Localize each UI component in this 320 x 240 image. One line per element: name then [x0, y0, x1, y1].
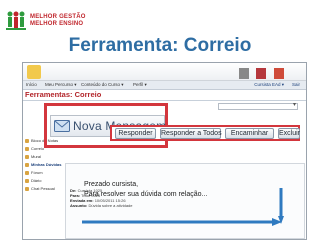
logout-link[interactable]: Sair [292, 82, 300, 87]
delete-button[interactable]: Excluir [278, 128, 300, 139]
app-topbar [23, 63, 306, 81]
user-menu[interactable]: Cursista EAd ▾ [254, 82, 284, 88]
app-screenshot: Início Meu Percurso ▾ Conteúdo do Curso … [22, 62, 307, 240]
message-greeting: Prezado cursista, [84, 181, 139, 188]
message-panel: De: Cursista 1025 Para: Tutor 0025 Envia… [65, 163, 305, 239]
menu-conteudo[interactable]: Conteúdo do Curso ▾ [81, 82, 124, 88]
menu-perfil[interactable]: Perfil ▾ [133, 82, 147, 88]
slide-title: Ferramenta: Correio [68, 35, 252, 56]
sidebar-item-duvidas[interactable]: Minhas Dúvidas [25, 161, 61, 169]
message-content: Para resolver sua dúvida com relação... [84, 191, 208, 198]
folder-select[interactable] [218, 101, 298, 110]
sidebar-item-chat[interactable]: Chat Pessoal [25, 185, 59, 193]
scroll-right-arrow-icon [82, 218, 282, 226]
reply-button[interactable]: Responder [115, 128, 156, 139]
brand-line1: MELHOR GESTÃO [30, 14, 86, 20]
menu-inicio[interactable]: Início [26, 82, 37, 87]
section-divider [23, 100, 306, 101]
institution-logo-icon [273, 68, 284, 79]
sidebar-item-forum[interactable]: Fórum [25, 169, 59, 177]
menu-meu-percurso[interactable]: Meu Percurso ▾ [45, 82, 77, 88]
brand-line2: MELHOR ENSINO [30, 21, 84, 27]
meta-subject: Assunto: Dúvida sobre a atividade [70, 203, 133, 208]
sidebar-item-diario[interactable]: Diário [25, 177, 59, 185]
app-logo-icon [27, 65, 41, 79]
message-body: Prezado cursista, Para resolver sua dúvi… [84, 180, 207, 200]
institution-logo-icon [239, 68, 249, 79]
section-title: Ferramentas: Correio [25, 90, 102, 99]
sidebar-item-mural[interactable]: Mural [25, 153, 59, 161]
reply-all-button[interactable]: Responder a Todos [160, 128, 222, 139]
brand: MELHOR GESTÃO MELHOR ENSINO [5, 6, 105, 36]
forward-button[interactable]: Encaminhar [225, 128, 274, 139]
app-menubar: Início Meu Percurso ▾ Conteúdo do Curso … [23, 81, 306, 90]
brand-text: MELHOR GESTÃO MELHOR ENSINO [30, 14, 86, 28]
message-actions-toolbar: Responder Responder a Todos Encaminhar E… [110, 125, 300, 141]
envelope-icon [54, 120, 70, 132]
institution-logos [236, 66, 288, 79]
institution-logo-icon [256, 68, 267, 79]
people-logo-icon [6, 11, 26, 30]
